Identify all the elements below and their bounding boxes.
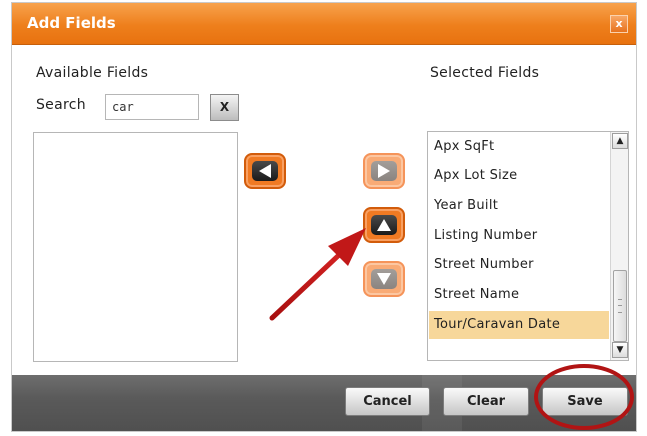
annotation-arrow-icon — [269, 228, 366, 321]
